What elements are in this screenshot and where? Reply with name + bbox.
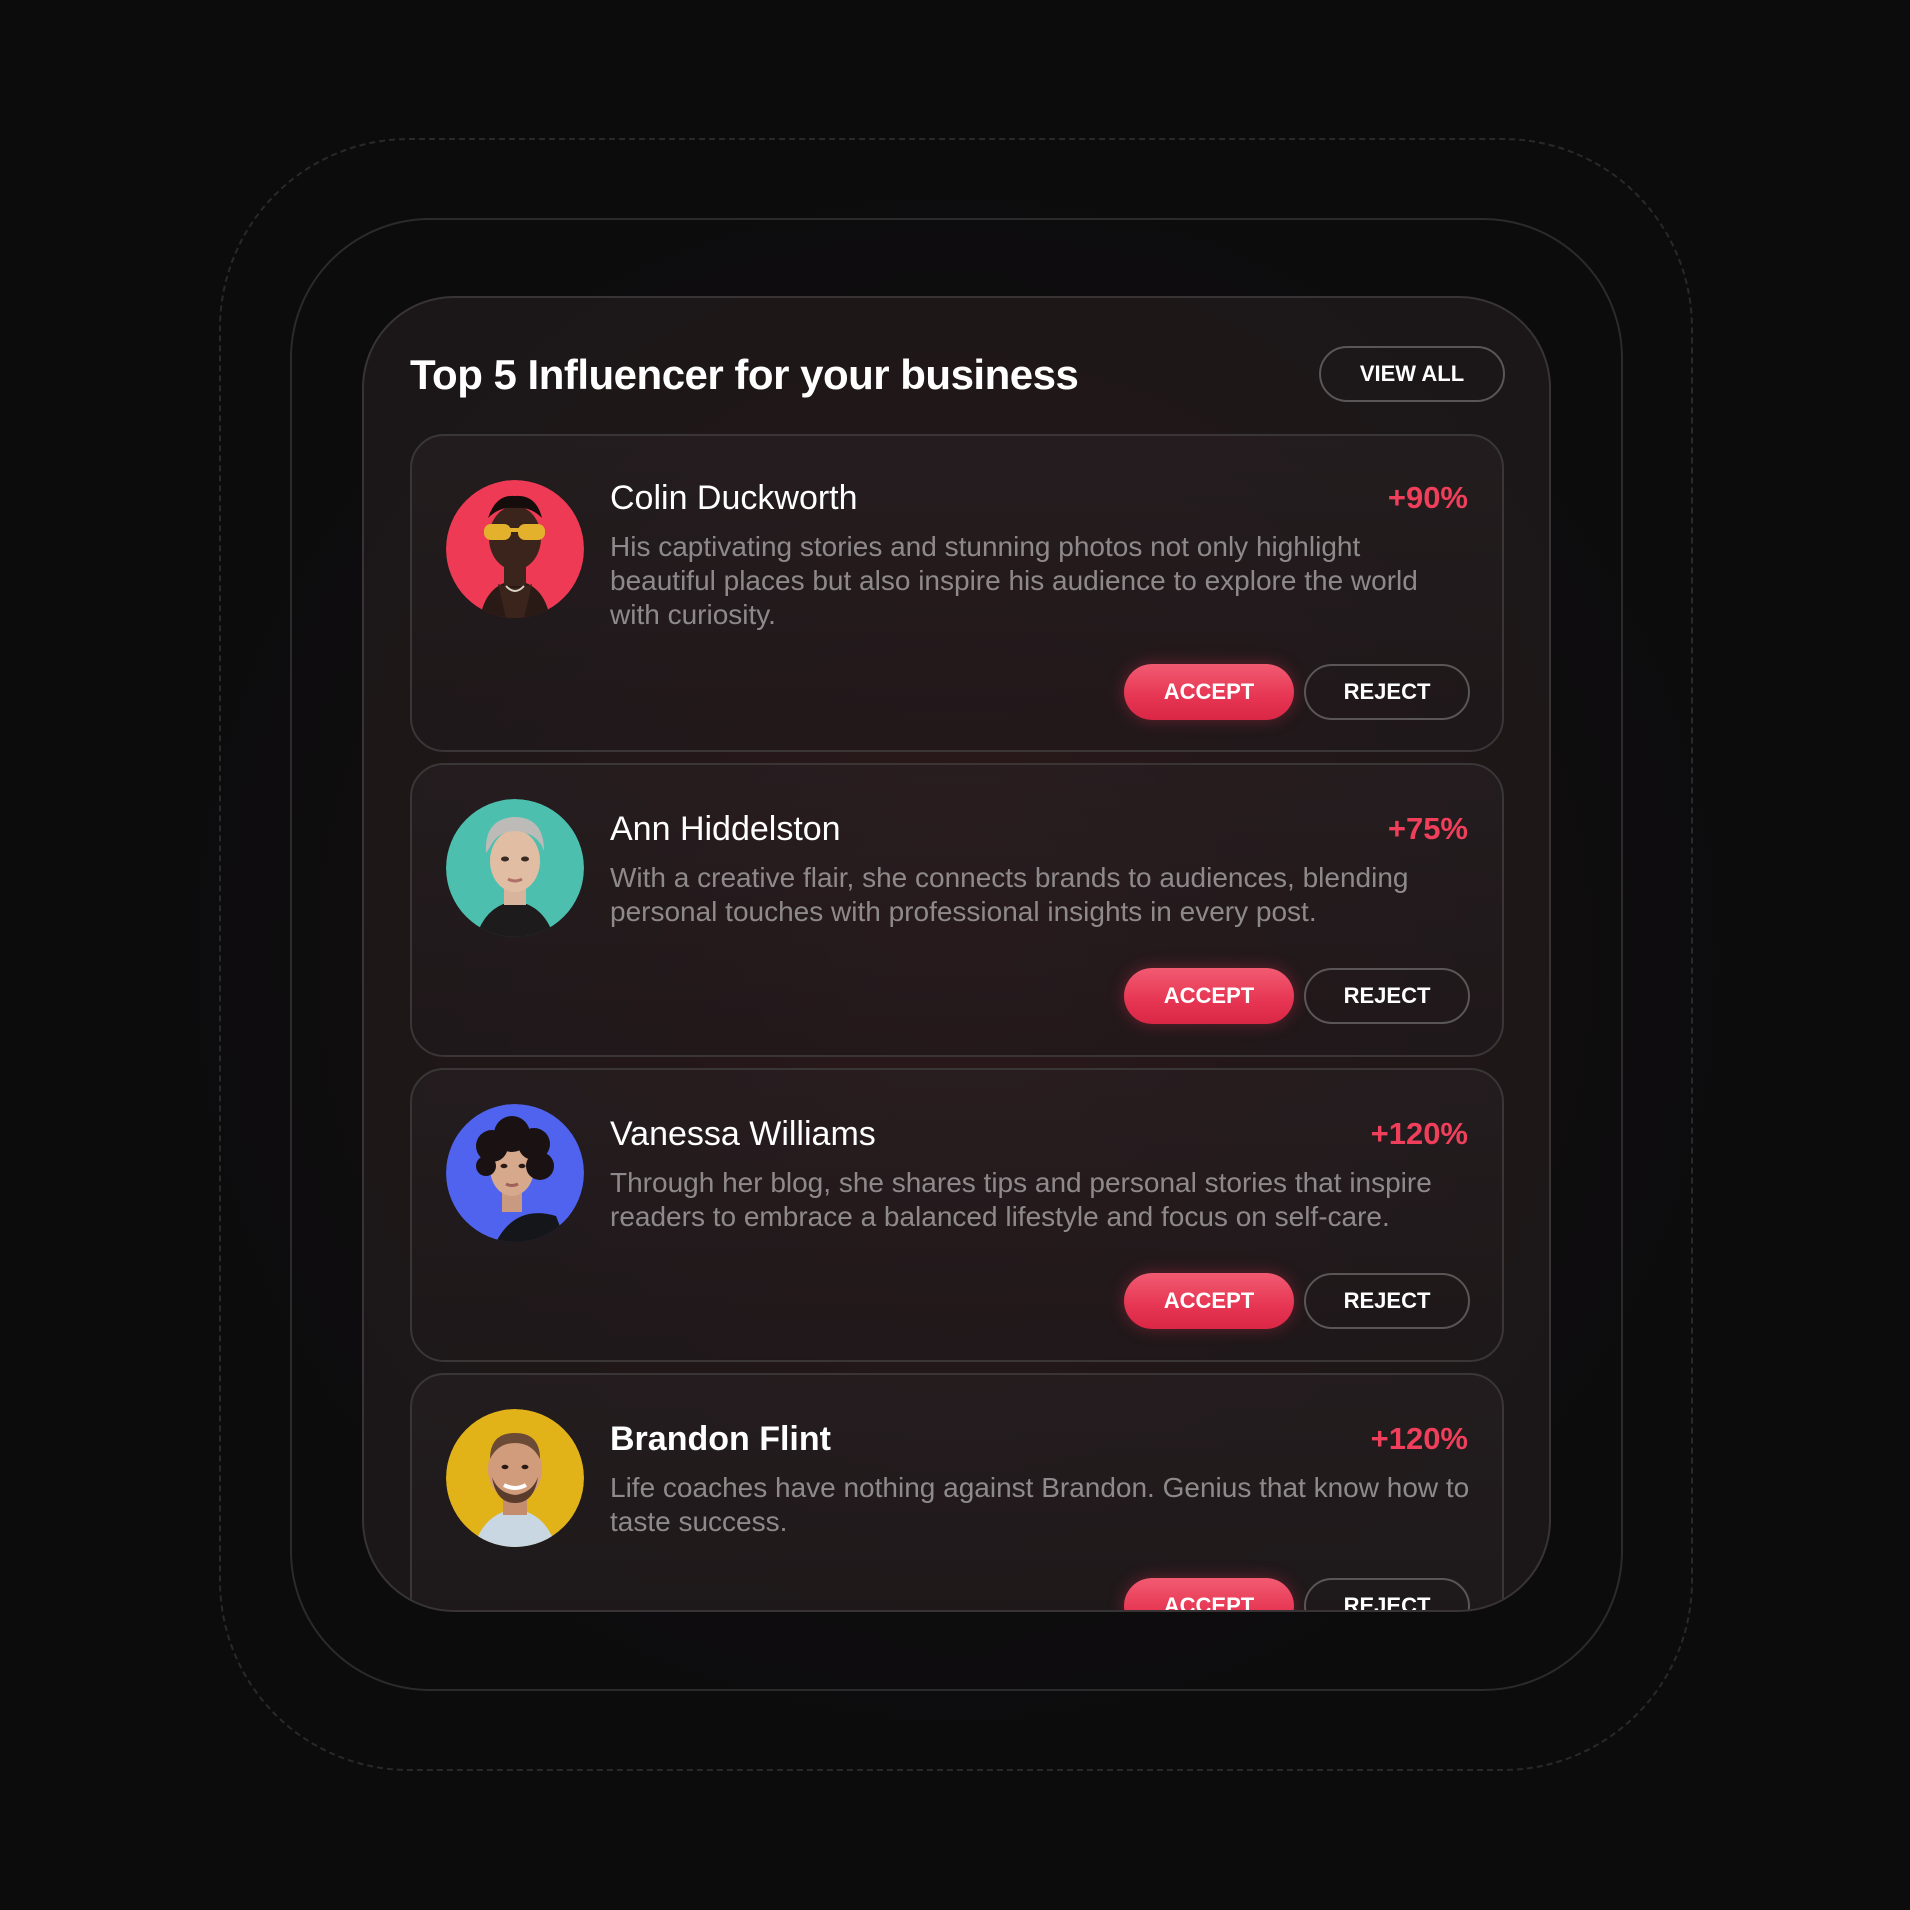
person-photo-icon	[446, 1104, 584, 1242]
influencer-card: Vanessa Williams +120% Through her blog,…	[410, 1068, 1504, 1362]
influencer-description: Life coaches have nothing against Brando…	[610, 1472, 1470, 1537]
reject-button[interactable]: REJECT	[1304, 664, 1470, 720]
person-photo-icon	[446, 1409, 584, 1547]
growth-percentage: +90%	[1387, 480, 1468, 515]
influencer-card: Brandon Flint +120% Life coaches have no…	[410, 1373, 1504, 1610]
accept-button[interactable]: ACCEPT	[1124, 664, 1294, 720]
reject-button[interactable]: REJECT	[1304, 1578, 1470, 1610]
accept-button[interactable]: ACCEPT	[1124, 968, 1294, 1024]
growth-percentage: +120%	[1370, 1116, 1468, 1151]
influencer-description: His captivating stories and stunning pho…	[610, 531, 1418, 630]
person-photo-icon	[446, 480, 584, 618]
growth-percentage: +75%	[1387, 811, 1468, 846]
accept-button[interactable]: ACCEPT	[1124, 1273, 1294, 1329]
influencer-name: Brandon Flint	[610, 1420, 831, 1458]
influencer-name: Vanessa Williams	[610, 1115, 876, 1153]
accept-button[interactable]: ACCEPT	[1124, 1578, 1294, 1610]
influencer-description: Through her blog, she shares tips and pe…	[610, 1167, 1432, 1232]
influencer-panel: Top 5 Influencer for your business VIEW …	[362, 296, 1551, 1612]
influencer-card: Ann Hiddelston +75% With a creative flai…	[410, 763, 1504, 1057]
background-stage: Top 5 Influencer for your business VIEW …	[0, 0, 1910, 1910]
avatar	[446, 1104, 584, 1242]
avatar	[446, 480, 584, 618]
panel-title: Top 5 Influencer for your business	[410, 351, 1079, 398]
reject-button[interactable]: REJECT	[1304, 1273, 1470, 1329]
view-all-button[interactable]: VIEW ALL	[1319, 346, 1505, 402]
influencer-name: Colin Duckworth	[610, 479, 858, 517]
influencer-description: With a creative flair, she connects bran…	[610, 862, 1409, 927]
avatar	[446, 1409, 584, 1547]
growth-percentage: +120%	[1370, 1421, 1468, 1456]
person-photo-icon	[446, 799, 584, 937]
reject-button[interactable]: REJECT	[1304, 968, 1470, 1024]
avatar	[446, 799, 584, 937]
influencer-name: Ann Hiddelston	[610, 810, 841, 848]
influencer-card: Colin Duckworth +90% His captivating sto…	[410, 434, 1504, 752]
